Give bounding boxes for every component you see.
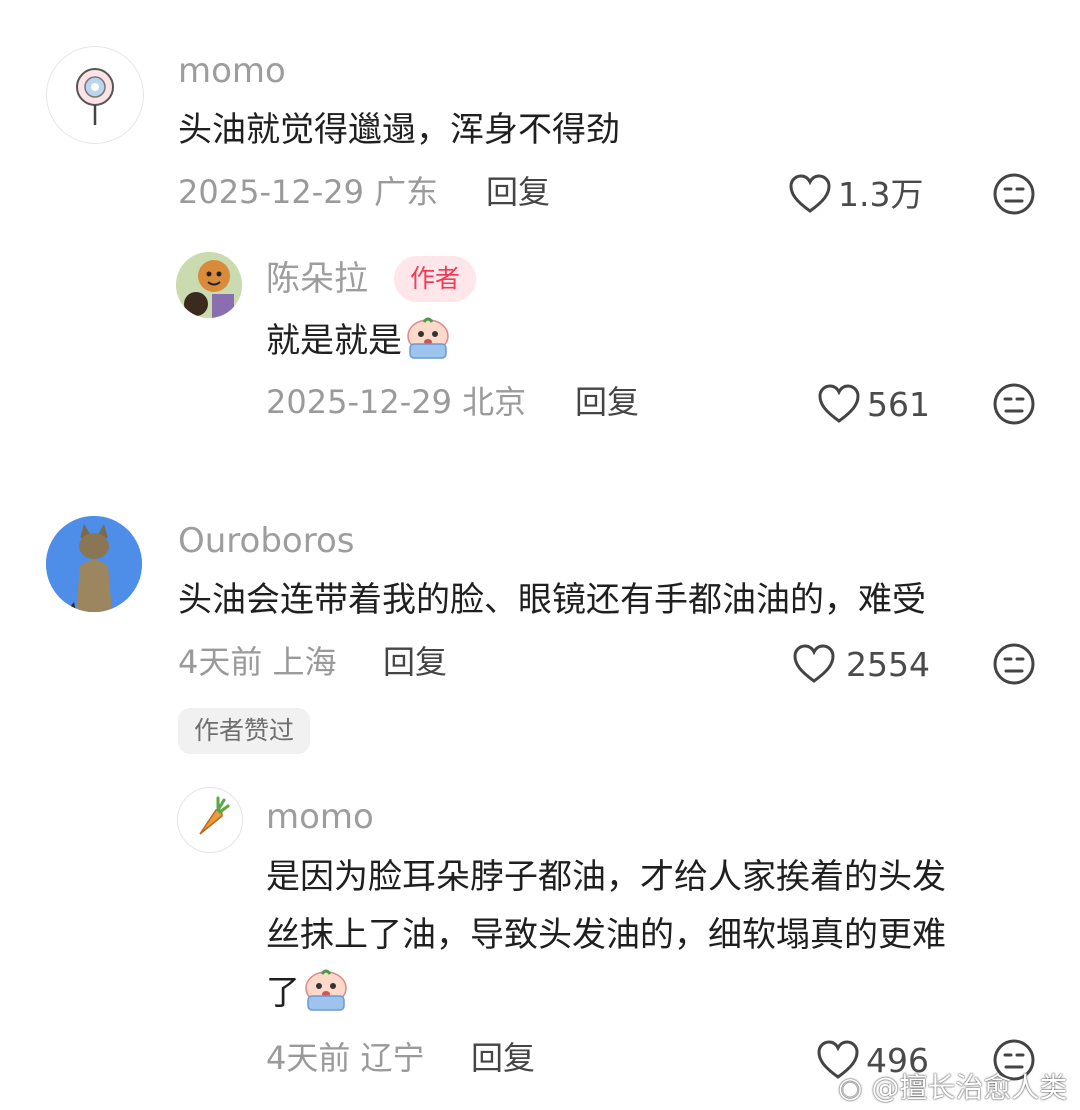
dislike-face-icon[interactable] (992, 642, 1036, 686)
comment-location: 广东 (374, 173, 439, 211)
author-badge: 作者 (394, 256, 477, 302)
reply-button[interactable]: 回复 (486, 176, 550, 208)
comment-text-line: 丝抹上了油，导致头发油的，细软塌真的更难 (266, 915, 946, 955)
avatar[interactable] (176, 252, 242, 318)
reply-button[interactable]: 回复 (471, 1042, 535, 1074)
username[interactable]: momo (266, 800, 374, 834)
avatar[interactable] (177, 787, 243, 853)
reply-button[interactable]: 回复 (575, 386, 639, 418)
comment-meta: 4天前 上海 (178, 646, 337, 678)
lollipop-icon (76, 68, 114, 125)
comment-meta: 4天前 辽宁 (266, 1042, 425, 1074)
comment-meta: 2025-12-29 广东 (178, 176, 438, 208)
username[interactable]: 陈朵拉 (266, 262, 368, 296)
like-count: 561 (867, 385, 930, 424)
comment-meta: 2025-12-29 北京 (266, 386, 526, 418)
comment-location: 北京 (462, 383, 527, 421)
comment-text-body: 就是就是 (266, 321, 402, 361)
comment-text-line: 是因为脸耳朵脖子都油，才给人家挨着的头发 (266, 857, 946, 897)
comment-location: 辽宁 (360, 1039, 425, 1077)
heart-icon[interactable] (788, 174, 832, 214)
crying-bun-emoji (305, 969, 347, 1011)
comment-text-tail: 了 (266, 973, 300, 1013)
comment-text: 头油就觉得邋遢，浑身不得劲 (178, 110, 620, 150)
comment-text: 就是就是 (266, 312, 454, 370)
cat-avatar (46, 516, 142, 612)
username[interactable]: Ouroboros (178, 524, 354, 558)
watermark: ◉ @擅长治愈人类 (838, 1066, 1067, 1106)
comment-date: 4天前 (178, 643, 263, 681)
heart-icon[interactable] (792, 644, 836, 684)
watermark-text: @擅长治愈人类 (871, 1071, 1068, 1104)
like-count: 1.3万 (838, 175, 924, 214)
dislike-face-icon[interactable] (992, 172, 1036, 216)
carrot-icon (199, 796, 230, 835)
comment-text: 头油会连带着我的脸、眼镜还有手都油油的，难受 (178, 580, 926, 620)
crying-bun-emoji (407, 317, 449, 359)
comment-text-line-last: 了 (266, 964, 946, 1022)
reply-button[interactable]: 回复 (383, 646, 447, 678)
comment-text: 是因为脸耳朵脖子都油，才给人家挨着的头发 丝抹上了油，导致头发油的，细软塌真的更… (266, 848, 946, 1022)
dislike-face-icon[interactable] (992, 382, 1036, 426)
comment-date: 2025-12-29 (178, 173, 364, 211)
comment-date: 4天前 (266, 1039, 351, 1077)
author-liked-tag: 作者赞过 (178, 708, 311, 754)
comment-location: 上海 (272, 643, 337, 681)
username[interactable]: momo (178, 54, 286, 88)
like-count: 2554 (846, 645, 930, 684)
weibo-logo-icon: ◉ (838, 1071, 863, 1104)
avatar[interactable] (46, 46, 144, 144)
cartoon-kid-avatar (176, 252, 242, 318)
comment-date: 2025-12-29 (266, 383, 452, 421)
avatar[interactable] (46, 516, 142, 612)
heart-icon[interactable] (817, 384, 861, 424)
